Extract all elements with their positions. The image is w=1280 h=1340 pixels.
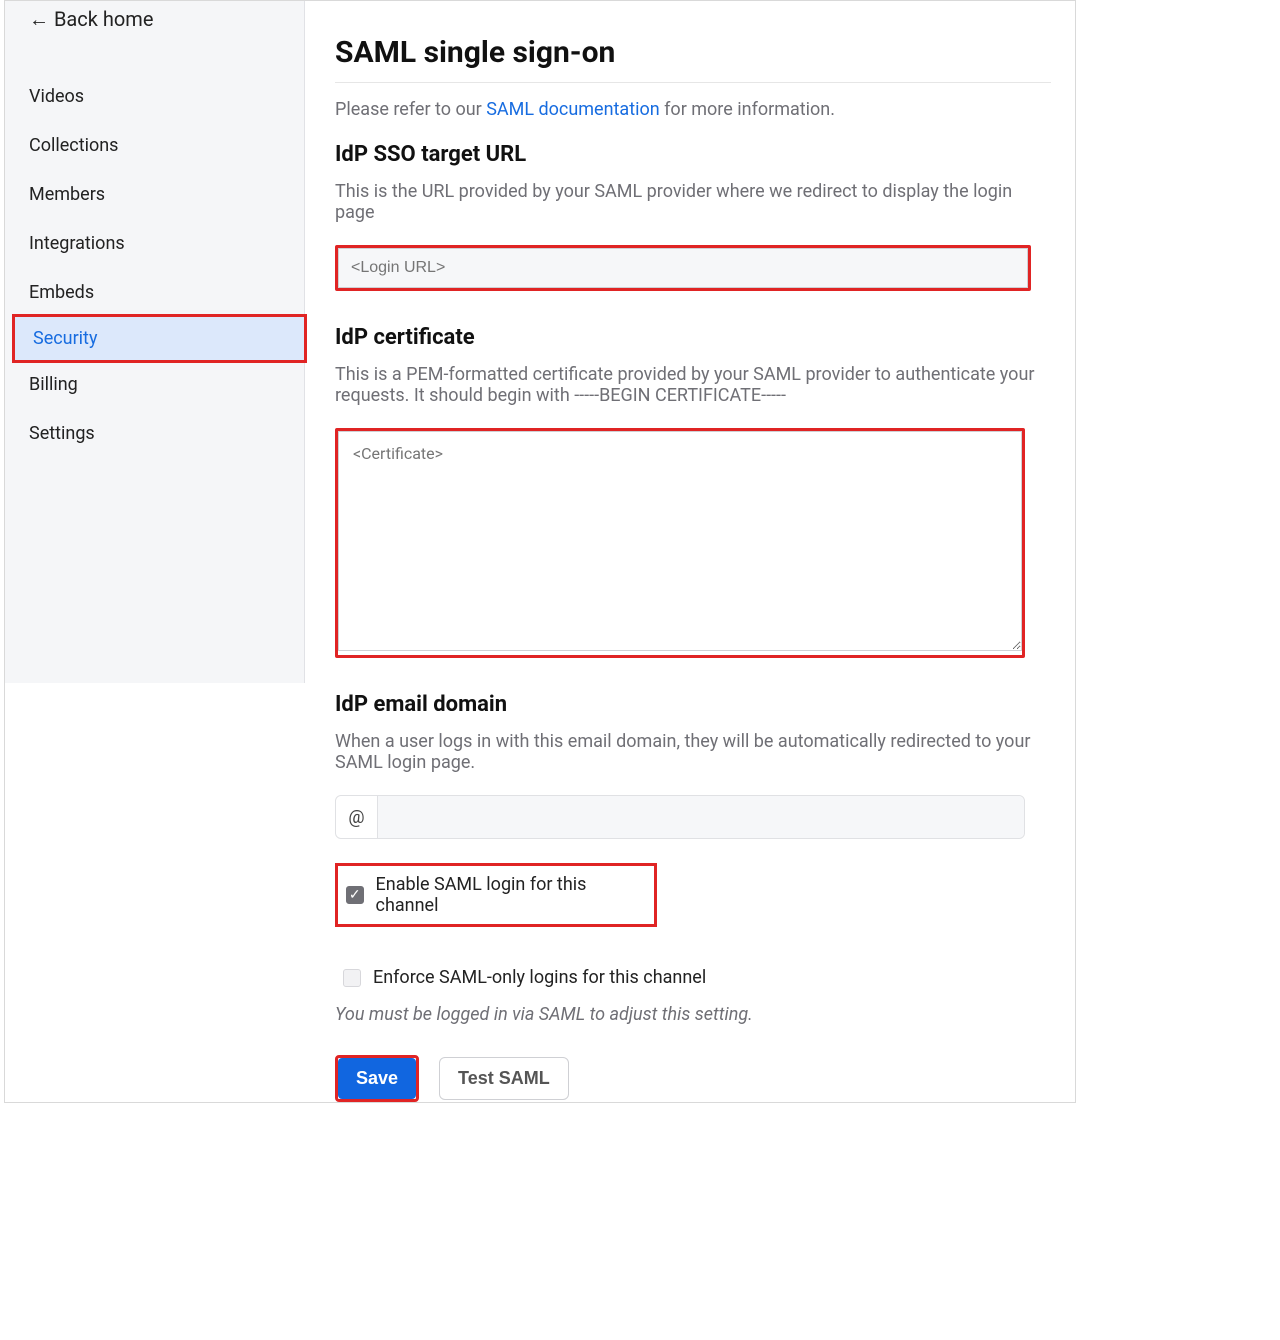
sidebar-item-label: Members [29, 184, 105, 205]
idp-domain-input[interactable] [378, 796, 1024, 838]
divider [335, 82, 1051, 83]
idp-cert-highlight [335, 428, 1025, 658]
sidebar-item-integrations[interactable]: Integrations [5, 219, 304, 268]
idp-url-desc: This is the URL provided by your SAML pr… [335, 181, 1051, 223]
enable-saml-checkbox[interactable] [346, 886, 364, 904]
back-home-link[interactable]: ← Back home [5, 1, 304, 38]
sidebar-item-label: Security [33, 328, 97, 349]
sidebar-item-label: Integrations [29, 233, 125, 254]
enforce-saml-checkbox[interactable] [343, 969, 361, 987]
sidebar-item-videos[interactable]: Videos [5, 72, 304, 121]
sidebar-list: Videos Collections Members Integrations … [5, 72, 304, 458]
idp-cert-textarea[interactable] [338, 431, 1022, 651]
sidebar: ← Back home Videos Collections Members I… [5, 1, 305, 683]
sidebar-item-label: Videos [29, 86, 84, 107]
idp-domain-heading: IdP email domain [335, 692, 1051, 717]
sidebar-item-settings[interactable]: Settings [5, 409, 304, 458]
main-content: SAML single sign-on Please refer to our … [305, 1, 1075, 1102]
sidebar-item-embeds[interactable]: Embeds [5, 268, 304, 317]
test-saml-button[interactable]: Test SAML [439, 1057, 569, 1100]
page-title: SAML single sign-on [335, 35, 1051, 70]
at-sign-icon: @ [336, 796, 378, 838]
enforce-saml-label: Enforce SAML-only logins for this channe… [373, 967, 706, 988]
enforce-saml-hint: You must be logged in via SAML to adjust… [335, 1004, 1051, 1025]
enable-saml-label: Enable SAML login for this channel [376, 874, 646, 916]
sidebar-item-label: Collections [29, 135, 118, 156]
idp-url-heading: IdP SSO target URL [335, 142, 1051, 167]
help-suffix: for more information. [660, 99, 835, 120]
sidebar-item-members[interactable]: Members [5, 170, 304, 219]
save-button-highlight: Save [335, 1055, 419, 1102]
sidebar-item-collections[interactable]: Collections [5, 121, 304, 170]
idp-domain-row: @ [335, 795, 1025, 839]
app-window: ← Back home Videos Collections Members I… [4, 0, 1076, 1103]
sidebar-item-label: Billing [29, 374, 78, 395]
enforce-saml-row: Enforce SAML-only logins for this channe… [335, 957, 1051, 998]
sidebar-item-label: Embeds [29, 282, 94, 303]
idp-cert-heading: IdP certificate [335, 325, 1051, 350]
idp-cert-desc: This is a PEM-formatted certificate prov… [335, 364, 1051, 406]
help-prefix: Please refer to our [335, 99, 486, 120]
sidebar-item-security[interactable]: Security [12, 314, 307, 363]
idp-url-highlight [335, 245, 1031, 291]
button-row: Save Test SAML [335, 1055, 1051, 1102]
saml-docs-link[interactable]: SAML documentation [486, 99, 660, 120]
sidebar-item-billing[interactable]: Billing [5, 360, 304, 409]
save-button[interactable]: Save [338, 1058, 416, 1099]
enable-saml-row: Enable SAML login for this channel [335, 863, 657, 927]
help-text: Please refer to our SAML documentation f… [335, 99, 1051, 120]
idp-url-input[interactable] [338, 248, 1028, 288]
idp-domain-desc: When a user logs in with this email doma… [335, 731, 1051, 773]
sidebar-item-label: Settings [29, 423, 95, 444]
